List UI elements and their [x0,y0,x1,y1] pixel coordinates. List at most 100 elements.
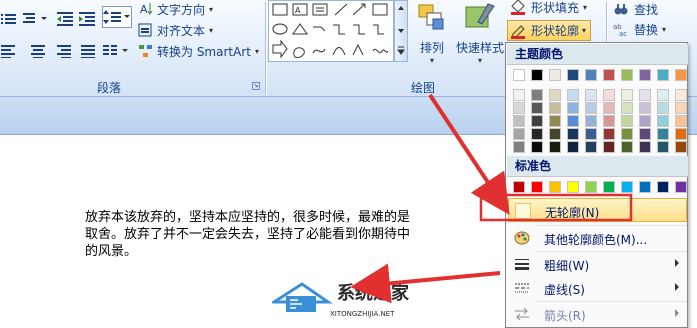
theme-shade-swatch[interactable] [657,102,669,114]
theme-shade-swatch[interactable] [549,102,561,114]
more-outline-colors-item[interactable]: 其他轮廓颜色(M)... [508,226,687,250]
theme-color-swatch[interactable] [567,69,579,81]
shape-outline-button[interactable]: 形状轮廓 ▾ [507,20,591,41]
dashes-item[interactable]: 虚线(S) [508,276,687,300]
theme-shade-swatch[interactable] [531,102,543,114]
standard-color-swatch[interactable] [585,181,597,193]
theme-shade-swatch[interactable] [585,102,597,114]
shape-fill-button[interactable]: 形状填充 ▾ [508,0,598,16]
theme-shade-swatch[interactable] [531,115,543,127]
standard-color-swatch[interactable] [675,181,687,193]
standard-color-swatch[interactable] [549,181,561,193]
standard-color-swatch[interactable] [513,181,525,193]
find-button[interactable]: 查找 [612,0,672,18]
theme-shade-swatch[interactable] [513,128,525,140]
theme-shade-swatch[interactable] [567,102,579,114]
theme-shade-swatch[interactable] [513,115,525,127]
theme-shade-swatch[interactable] [621,102,633,114]
theme-shade-swatch[interactable] [639,141,651,153]
theme-color-swatch[interactable] [639,69,651,81]
increase-indent-button[interactable] [78,8,98,30]
align-left-button[interactable] [0,40,20,62]
theme-shade-swatch[interactable] [513,102,525,114]
theme-shade-swatch[interactable] [675,89,687,101]
theme-shade-swatch[interactable] [567,89,579,101]
arrange-button[interactable]: 排列 ▾ [414,2,450,66]
theme-shade-swatch[interactable] [639,89,651,101]
shapes-gallery-scrollbar[interactable] [394,0,408,62]
align-text-button[interactable]: 对齐文本 ▾ [137,21,227,39]
no-outline-item[interactable]: 无轮廓(N) [508,198,687,222]
theme-shade-swatch[interactable] [549,141,561,153]
theme-shade-swatch[interactable] [567,141,579,153]
theme-shade-swatch[interactable] [585,115,597,127]
theme-shade-swatch[interactable] [585,128,597,140]
standard-color-swatch[interactable] [657,181,669,193]
columns-button[interactable] [102,40,132,62]
theme-shade-swatch[interactable] [675,115,687,127]
multilevel-list-button[interactable] [22,8,52,30]
standard-color-swatch[interactable] [639,181,651,193]
theme-shade-swatch[interactable] [621,89,633,101]
theme-shade-swatch[interactable] [513,89,525,101]
text-direction-button[interactable]: A 文字方向 ▾ [137,0,227,18]
theme-shade-swatch[interactable] [567,115,579,127]
theme-shade-swatch[interactable] [531,89,543,101]
align-right-button[interactable] [56,40,76,62]
theme-shade-swatch[interactable] [603,128,615,140]
arrows-item[interactable]: 箭头(R) [508,302,687,326]
theme-shade-swatch[interactable] [621,128,633,140]
theme-color-swatch[interactable] [621,69,633,81]
theme-shade-swatch[interactable] [657,89,669,101]
theme-shade-swatch[interactable] [531,128,543,140]
weight-item[interactable]: 粗细(W) [508,252,687,276]
theme-shade-swatch[interactable] [567,128,579,140]
decrease-indent-button[interactable] [56,8,76,30]
theme-shade-swatch[interactable] [603,89,615,101]
theme-shade-swatch[interactable] [621,115,633,127]
theme-shade-swatch[interactable] [531,141,543,153]
theme-shade-swatch[interactable] [675,141,687,153]
theme-shade-swatch[interactable] [549,115,561,127]
theme-color-swatch[interactable] [531,69,543,81]
no-outline-label: 无轮廓(N) [545,206,600,220]
align-center-button[interactable] [30,40,50,62]
standard-color-swatch[interactable] [621,181,633,193]
theme-shade-swatch[interactable] [549,89,561,101]
standard-color-swatch[interactable] [531,181,543,193]
shapes-gallery[interactable]: A [268,0,394,62]
theme-color-swatch[interactable] [657,69,669,81]
standard-color-swatch[interactable] [603,181,615,193]
theme-shade-swatch[interactable] [675,128,687,140]
theme-shade-swatch[interactable] [585,89,597,101]
theme-shade-swatch[interactable] [603,102,615,114]
theme-color-swatch[interactable] [603,69,615,81]
theme-color-swatch[interactable] [513,69,525,81]
theme-shade-swatch[interactable] [549,128,561,140]
theme-color-swatch[interactable] [585,69,597,81]
theme-shade-swatch[interactable] [639,128,651,140]
convert-smartart-label: 转换为 SmartArt [157,44,251,59]
theme-shade-swatch[interactable] [603,141,615,153]
line-spacing-button[interactable] [102,6,132,28]
justify-button[interactable] [80,40,100,62]
convert-smartart-button[interactable]: 转换为 SmartArt ▾ [137,42,262,60]
theme-shade-swatch[interactable] [657,141,669,153]
standard-color-swatch[interactable] [567,181,579,193]
theme-shade-swatch[interactable] [675,102,687,114]
replace-button[interactable]: ab ac 替换 ▾ [612,20,682,38]
paragraph-launcher-icon[interactable]: ↘ [252,82,260,90]
theme-color-swatch[interactable] [675,69,687,81]
theme-shade-swatch[interactable] [585,141,597,153]
theme-shade-swatch[interactable] [603,115,615,127]
quick-styles-button[interactable]: 快速样式 ▾ [454,2,506,66]
theme-shade-swatch[interactable] [639,115,651,127]
theme-shade-swatch[interactable] [621,141,633,153]
document-text[interactable]: 放弃本该放弃的，坚持本应坚持的，很多时候，最难的是 取舍。放弃了并不一定会失去，… [85,209,470,260]
theme-shade-swatch[interactable] [657,128,669,140]
theme-shade-swatch[interactable] [639,102,651,114]
theme-shade-swatch[interactable] [657,115,669,127]
numbering-button[interactable] [0,8,20,30]
theme-shade-swatch[interactable] [513,141,525,153]
theme-color-swatch[interactable] [549,69,561,81]
